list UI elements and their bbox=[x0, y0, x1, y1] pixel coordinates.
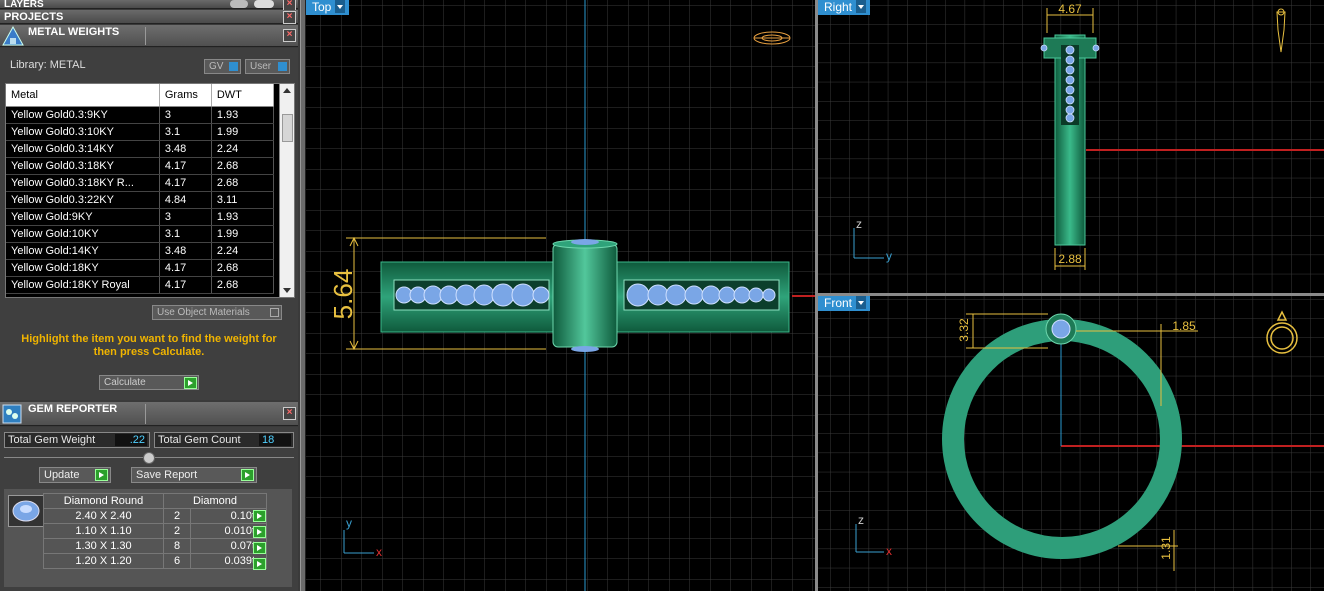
gem-reporter-panel: Total Gem Weight .22 Total Gem Count 18 … bbox=[0, 427, 298, 591]
table-row[interactable]: Yellow Gold:18KY 4.17 2.68 bbox=[6, 259, 275, 277]
gem-row-action-icon[interactable] bbox=[253, 542, 266, 554]
gem-row[interactable]: 1.20 X 1.20 6 0.039tw bbox=[43, 553, 267, 569]
layers-title: LAYERS bbox=[4, 0, 44, 10]
gem-type-header: Diamond Round bbox=[43, 493, 164, 509]
gem-reporter-header[interactable]: GEM REPORTER × bbox=[0, 402, 298, 426]
table-row[interactable]: Yellow Gold:14KY 3.48 2.24 bbox=[6, 242, 275, 260]
table-row[interactable]: Yellow Gold:9KY 3 1.93 bbox=[6, 208, 275, 226]
diamond-icon bbox=[8, 495, 44, 527]
projects-title: PROJECTS bbox=[4, 11, 64, 23]
splitter-handle[interactable] bbox=[143, 452, 155, 464]
table-row[interactable]: Yellow Gold0.3:22KY 4.84 3.11 bbox=[6, 191, 275, 209]
viewport-front[interactable]: 3.32 1.85 1.31 z x Front bbox=[818, 296, 1324, 591]
total-gem-count-value: 18 bbox=[259, 434, 291, 446]
chevron-down-icon[interactable] bbox=[856, 296, 867, 309]
eye-icon[interactable] bbox=[254, 0, 274, 8]
gem-material-header: Diamond bbox=[163, 493, 267, 509]
viewport-top-label[interactable]: Top bbox=[306, 0, 350, 15]
metal-table[interactable]: Metal Grams DWT Yellow Gold0.3:9KY 3 1.93 … bbox=[5, 83, 295, 298]
projects-header[interactable]: PROJECTS × bbox=[0, 10, 298, 24]
table-row[interactable]: Yellow Gold0.3:18KY 4.17 2.68 bbox=[6, 157, 275, 175]
dimension-label: 1.85 bbox=[1172, 319, 1196, 333]
gem-reporter-icon bbox=[2, 404, 22, 424]
user-toggle[interactable]: User bbox=[245, 59, 290, 74]
play-icon bbox=[241, 469, 254, 481]
metal-weights-header[interactable]: METAL WEIGHTS × bbox=[0, 25, 298, 47]
close-icon[interactable]: × bbox=[283, 11, 296, 24]
table-row[interactable]: Yellow Gold:10KY 3.1 1.99 bbox=[6, 225, 275, 243]
close-icon[interactable]: × bbox=[283, 407, 296, 420]
column-header-metal[interactable]: Metal bbox=[6, 84, 160, 107]
close-icon[interactable]: × bbox=[283, 29, 296, 42]
gem-row[interactable]: 2.40 X 2.40 2 0.10tw bbox=[43, 508, 267, 524]
viewport-right-canvas[interactable]: 4.67 2.88 z y bbox=[818, 0, 1324, 293]
table-row[interactable]: Yellow Gold:18KY Royal 4.17 2.68 bbox=[6, 276, 275, 294]
dimension-label: 5.64 bbox=[328, 269, 358, 320]
table-row[interactable]: Yellow Gold0.3:18KY R... 4.17 2.68 bbox=[6, 174, 275, 192]
save-report-button[interactable]: Save Report bbox=[131, 467, 257, 483]
chevron-down-icon[interactable] bbox=[335, 0, 346, 13]
viewport-right[interactable]: 4.67 2.88 z y Right bbox=[818, 0, 1324, 293]
viewport-front-label[interactable]: Front bbox=[818, 296, 871, 311]
viewport-front-canvas[interactable]: 3.32 1.85 1.31 z x bbox=[818, 296, 1324, 591]
library-label: Library: METAL bbox=[10, 59, 86, 71]
column-header-grams[interactable]: Grams bbox=[159, 84, 212, 107]
axis-z-label: z bbox=[856, 217, 862, 231]
scroll-up-icon[interactable] bbox=[283, 88, 291, 93]
dimension-label: 1.31 bbox=[1159, 536, 1173, 560]
total-gem-weight-value: .22 bbox=[115, 434, 147, 446]
table-row[interactable]: Yellow Gold0.3:10KY 3.1 1.99 bbox=[6, 123, 275, 141]
layers-header[interactable]: LAYERS × bbox=[0, 0, 298, 11]
gem-row-action-icon[interactable] bbox=[253, 510, 266, 522]
left-panel: LAYERS × PROJECTS × METAL WEIGHTS × Libr… bbox=[0, 0, 300, 591]
gem-row-action-icon[interactable] bbox=[253, 558, 266, 570]
table-row[interactable]: Yellow Gold0.3:14KY 3.48 2.24 bbox=[6, 140, 275, 158]
viewport-right-label[interactable]: Right bbox=[818, 0, 871, 15]
gv-toggle[interactable]: GV bbox=[204, 59, 241, 74]
axis-x-label: x bbox=[376, 545, 382, 559]
calculate-button[interactable]: Calculate bbox=[99, 375, 199, 390]
scroll-thumb[interactable] bbox=[282, 114, 293, 142]
table-scrollbar[interactable] bbox=[279, 84, 294, 297]
dimension-label: 3.32 bbox=[957, 318, 971, 342]
gem-row[interactable]: 1.10 X 1.10 2 0.010tw bbox=[43, 523, 267, 539]
gem-list: Diamond Round Diamond 2.40 X 2.40 2 0.10tw … bbox=[4, 489, 292, 587]
update-button[interactable]: Update bbox=[39, 467, 111, 483]
viewport-top[interactable]: 5.64 y x Top bbox=[306, 0, 815, 591]
play-icon bbox=[95, 469, 108, 481]
column-header-dwt[interactable]: DWT bbox=[211, 84, 275, 107]
use-object-materials-toggle[interactable]: Use Object Materials bbox=[152, 305, 282, 320]
gem-row-action-icon[interactable] bbox=[253, 526, 266, 538]
gem-reporter-title: GEM REPORTER bbox=[28, 403, 118, 415]
chevron-down-icon[interactable] bbox=[856, 0, 867, 13]
axis-y-label: y bbox=[346, 516, 352, 530]
metal-weights-title: METAL WEIGHTS bbox=[28, 26, 120, 38]
total-gem-count: Total Gem Count 18 bbox=[154, 432, 294, 448]
axis-z-label: z bbox=[858, 513, 864, 527]
scroll-down-icon[interactable] bbox=[283, 288, 291, 293]
axis-y-label: y bbox=[886, 249, 892, 263]
dimension-label: 4.67 bbox=[1058, 2, 1082, 16]
play-icon bbox=[184, 377, 197, 389]
calculate-hint: Highlight the item you want to find the … bbox=[21, 333, 277, 358]
total-gem-weight: Total Gem Weight .22 bbox=[4, 432, 150, 448]
layer-toggle-icon[interactable] bbox=[230, 0, 248, 8]
viewport-top-canvas[interactable]: 5.64 y x bbox=[306, 0, 815, 591]
gem-row[interactable]: 1.30 X 1.30 8 0.07tw bbox=[43, 538, 267, 554]
dimension-label: 2.88 bbox=[1058, 252, 1082, 266]
table-row[interactable]: Yellow Gold0.3:9KY 3 1.93 bbox=[6, 106, 275, 124]
axis-x-label: x bbox=[886, 544, 892, 558]
metal-weights-icon bbox=[2, 26, 24, 46]
